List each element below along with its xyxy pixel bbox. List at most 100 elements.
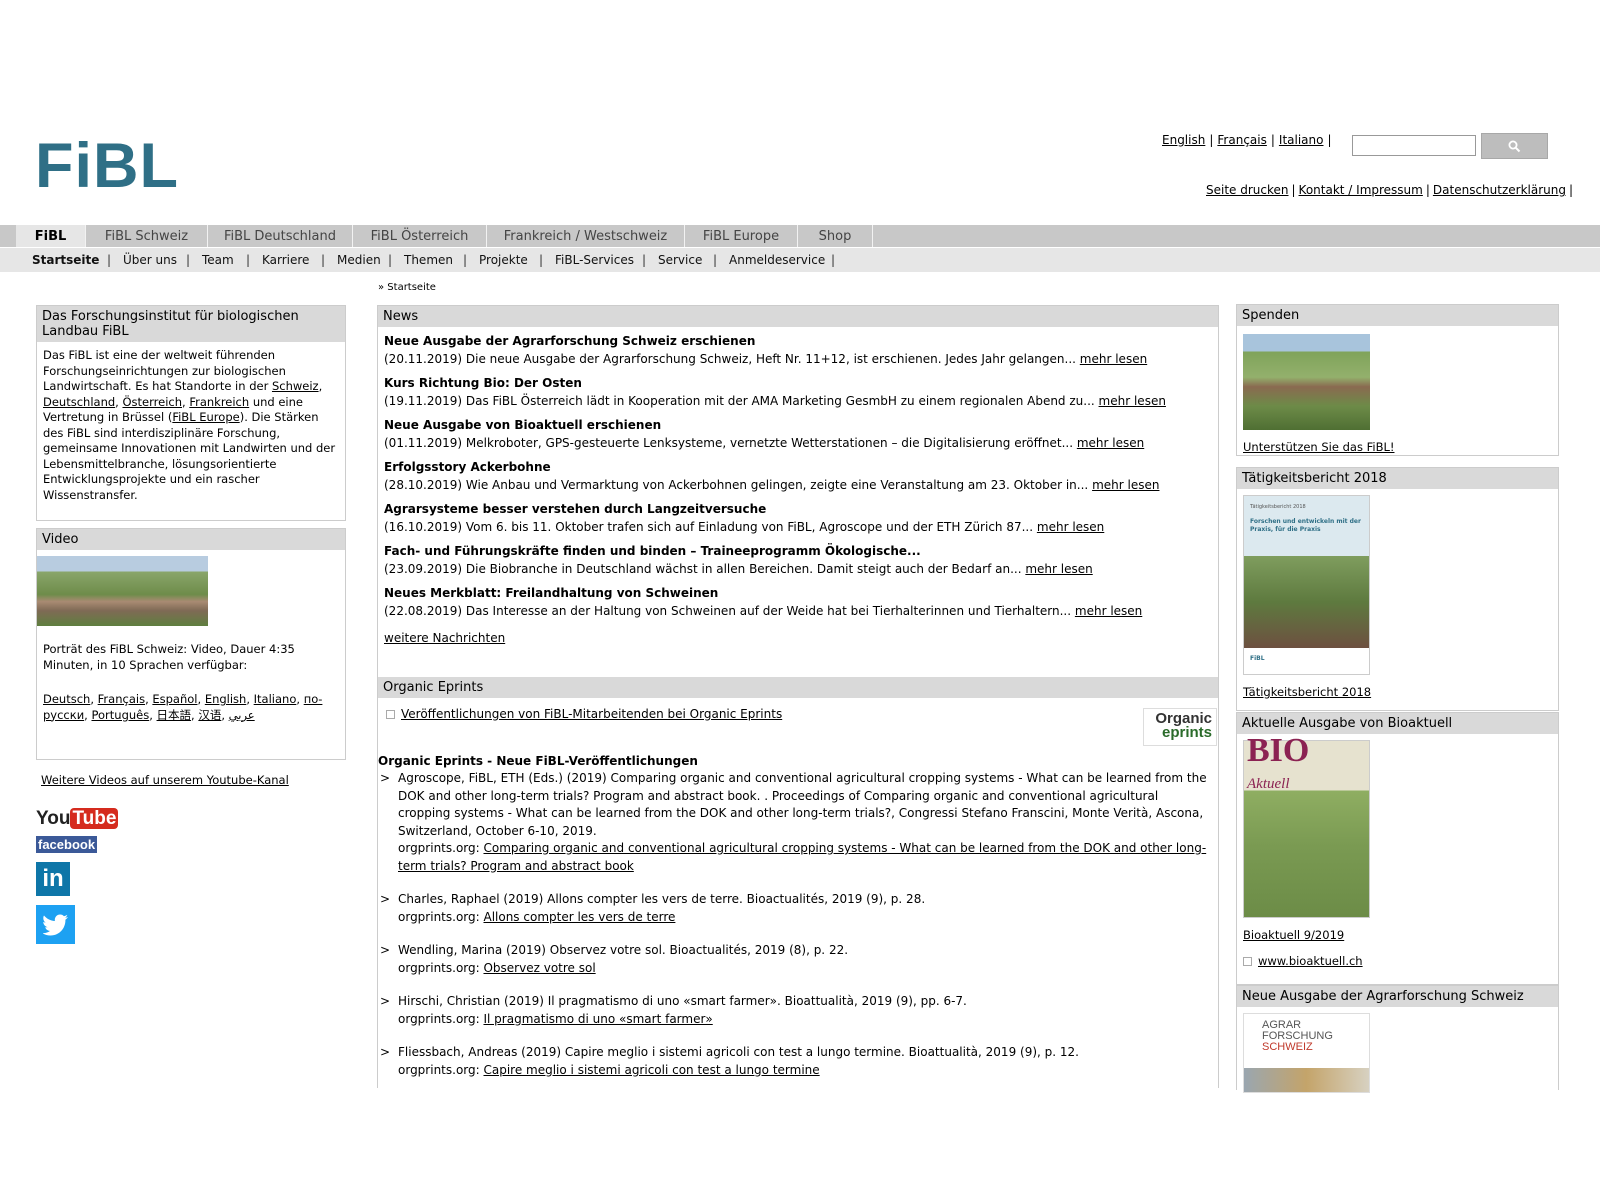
news-item: Agrarsysteme besser verstehen durch Lang… bbox=[384, 500, 1212, 536]
news-item-title[interactable]: Agrarsysteme besser verstehen durch Lang… bbox=[384, 500, 1212, 518]
link-oesterreich[interactable]: Österreich bbox=[122, 395, 182, 409]
publication-item: > Hirschi, Christian (2019) Il pragmatis… bbox=[380, 994, 967, 1026]
subnav-anmeldeservice[interactable]: Anmeldeservice bbox=[729, 253, 825, 267]
tab-fibl-deutschland[interactable]: FiBL Deutschland bbox=[208, 225, 353, 247]
tab-fibl-oesterreich[interactable]: FiBL Österreich bbox=[353, 225, 487, 247]
video-languages: Deutsch, Français, Español, English, Ita… bbox=[43, 692, 323, 722]
video-lang-link[interactable]: Français bbox=[98, 692, 145, 706]
news-item-title[interactable]: Neues Merkblatt: Freilandhaltung von Sch… bbox=[384, 584, 1212, 602]
linkedin-icon[interactable]: in bbox=[36, 862, 70, 896]
search-icon bbox=[1508, 140, 1521, 152]
youtube-icon[interactable]: You Tube bbox=[36, 808, 119, 830]
publication-item: > Charles, Raphael (2019) Allons compter… bbox=[380, 892, 926, 924]
subnav-projekte[interactable]: Projekte bbox=[479, 253, 528, 267]
more-news-link[interactable]: weitere Nachrichten bbox=[384, 631, 1212, 647]
annual-report-box: Tätigkeitsbericht 2018 Tätigkeitsbericht… bbox=[1236, 467, 1559, 711]
search-input[interactable] bbox=[1352, 135, 1476, 156]
print-page-link[interactable]: Seite drucken bbox=[1206, 183, 1289, 197]
news-item: Erfolgsstory Ackerbohne (28.10.2019) Wie… bbox=[384, 458, 1212, 494]
video-lang-link[interactable]: عربي bbox=[229, 708, 255, 722]
eprints-external-link: Veröffentlichungen von FiBL-Mitarbeitend… bbox=[386, 707, 782, 721]
news-item: Neue Ausgabe der Agrarforschung Schweiz … bbox=[384, 332, 1212, 368]
fibl-logo[interactable]: FiBL bbox=[35, 135, 179, 198]
news-item-title[interactable]: Fach- und Führungskräfte finden und bind… bbox=[384, 542, 1212, 560]
tab-fibl[interactable]: FiBL bbox=[16, 225, 86, 247]
twitter-icon[interactable] bbox=[36, 905, 75, 944]
news-item-title[interactable]: Erfolgsstory Ackerbohne bbox=[384, 458, 1212, 476]
subnav-medien[interactable]: Medien bbox=[337, 253, 381, 267]
subnav-service[interactable]: Service bbox=[658, 253, 702, 267]
facebook-icon[interactable]: facebook bbox=[36, 836, 98, 853]
link-fibl-europe[interactable]: FiBL Europe bbox=[172, 410, 239, 424]
lang-english[interactable]: English bbox=[1162, 133, 1205, 147]
news-box: News Neue Ausgabe der Agrarforschung Sch… bbox=[377, 305, 1219, 677]
read-more-link[interactable]: mehr lesen bbox=[1099, 394, 1166, 408]
read-more-link[interactable]: mehr lesen bbox=[1075, 604, 1142, 618]
annual-report-link[interactable]: Tätigkeitsbericht 2018 bbox=[1243, 685, 1552, 701]
video-lang-link[interactable]: Italiano bbox=[254, 692, 297, 706]
tab-fibl-schweiz[interactable]: FiBL Schweiz bbox=[86, 225, 208, 247]
video-lang-link[interactable]: English bbox=[205, 692, 247, 706]
annual-report-cover[interactable]: Tätigkeitsbericht 2018 Forschen und entw… bbox=[1243, 495, 1370, 675]
about-text: Das FiBL ist eine der weltweit führenden… bbox=[43, 348, 336, 502]
link-schweiz[interactable]: Schweiz bbox=[272, 379, 319, 393]
bioaktuell-website-link[interactable]: www.bioaktuell.ch bbox=[1258, 954, 1363, 968]
link-deutschland[interactable]: Deutschland bbox=[43, 395, 115, 409]
publication-link[interactable]: Observez votre sol bbox=[483, 961, 595, 975]
about-box: Das Forschungsinstitut für biologischen … bbox=[36, 305, 346, 521]
publication-link[interactable]: Allons compter les vers de terre bbox=[483, 910, 675, 924]
donate-image[interactable] bbox=[1243, 334, 1370, 430]
read-more-link[interactable]: mehr lesen bbox=[1077, 436, 1144, 450]
privacy-link[interactable]: Datenschutzerklärung bbox=[1433, 183, 1566, 197]
agrarforschung-title: Neue Ausgabe der Agrarforschung Schweiz bbox=[1237, 986, 1558, 1007]
subnav-karriere[interactable]: Karriere bbox=[262, 253, 309, 267]
read-more-link[interactable]: mehr lesen bbox=[1092, 478, 1159, 492]
video-box: Video Porträt des FiBL Schweiz: Video, D… bbox=[36, 528, 346, 760]
agrarforschung-box: Neue Ausgabe der Agrarforschung Schweiz … bbox=[1236, 985, 1559, 1093]
tab-shop[interactable]: Shop bbox=[798, 225, 873, 247]
tab-fibl-europe[interactable]: FiBL Europe bbox=[685, 225, 798, 247]
sub-nav: Startseite | Über uns | Team | Karriere … bbox=[0, 248, 1600, 272]
publication-link[interactable]: Il pragmatismo di uno «smart farmer» bbox=[483, 1012, 712, 1026]
language-links: English | Français | Italiano | bbox=[1162, 133, 1332, 147]
video-lang-link[interactable]: Português bbox=[91, 708, 149, 722]
contact-imprint-link[interactable]: Kontakt / Impressum bbox=[1299, 183, 1423, 197]
publication-item: > Agroscope, FiBL, ETH (Eds.) (2019) Com… bbox=[380, 771, 1207, 873]
news-item-title[interactable]: Kurs Richtung Bio: Der Osten bbox=[384, 374, 1212, 392]
eprints-link[interactable]: Veröffentlichungen von FiBL-Mitarbeitend… bbox=[401, 707, 782, 721]
read-more-link[interactable]: mehr lesen bbox=[1037, 520, 1104, 534]
video-title: Video bbox=[37, 529, 345, 550]
video-thumbnail[interactable] bbox=[37, 556, 208, 626]
utility-links: Seite drucken | Kontakt / Impressum | Datens… bbox=[1206, 183, 1574, 197]
news-item-title[interactable]: Neue Ausgabe von Bioaktuell erschienen bbox=[384, 416, 1212, 434]
subnav-fibl-services[interactable]: FiBL-Services bbox=[555, 253, 634, 267]
bioaktuell-issue-link[interactable]: Bioaktuell 9/2019 bbox=[1243, 928, 1552, 944]
subnav-themen[interactable]: Themen bbox=[404, 253, 453, 267]
publication-link[interactable]: Capire meglio i sistemi agricoli con tes… bbox=[483, 1063, 819, 1077]
external-link-icon bbox=[386, 710, 395, 719]
search-button[interactable] bbox=[1481, 133, 1548, 159]
agrarforschung-cover[interactable]: AGRAR FORSCHUNG SCHWEIZ bbox=[1243, 1013, 1370, 1093]
video-lang-link[interactable]: 汉语 bbox=[198, 708, 221, 722]
organic-eprints-logo[interactable]: Organic eprints bbox=[1143, 708, 1217, 746]
read-more-link[interactable]: mehr lesen bbox=[1025, 562, 1092, 576]
video-lang-link[interactable]: Deutsch bbox=[43, 692, 90, 706]
link-frankreich[interactable]: Frankreich bbox=[189, 395, 249, 409]
video-lang-link[interactable]: Español bbox=[152, 692, 197, 706]
youtube-channel-link[interactable]: Weitere Videos auf unserem Youtube-Kanal bbox=[41, 773, 289, 787]
subnav-startseite[interactable]: Startseite bbox=[32, 253, 99, 267]
read-more-link[interactable]: mehr lesen bbox=[1080, 352, 1147, 366]
bioaktuell-cover[interactable]: BIO Aktuell bbox=[1243, 734, 1370, 918]
lang-italiano[interactable]: Italiano bbox=[1279, 133, 1324, 147]
donate-link[interactable]: Unterstützen Sie das FiBL! bbox=[1243, 440, 1552, 456]
news-item-title[interactable]: Neue Ausgabe der Agrarforschung Schweiz … bbox=[384, 332, 1212, 350]
subnav-team[interactable]: Team bbox=[202, 253, 234, 267]
subnav-ueber-uns[interactable]: Über uns bbox=[123, 253, 177, 267]
eprints-title: Organic Eprints bbox=[378, 677, 1218, 698]
tab-frankreich-westschweiz[interactable]: Frankreich / Westschweiz bbox=[487, 225, 685, 247]
external-link-icon bbox=[1243, 956, 1252, 966]
publication-link[interactable]: Comparing organic and conventional agric… bbox=[398, 841, 1206, 873]
lang-francais[interactable]: Français bbox=[1217, 133, 1266, 147]
news-title: News bbox=[378, 306, 1218, 327]
video-lang-link[interactable]: 日本語 bbox=[157, 708, 192, 722]
